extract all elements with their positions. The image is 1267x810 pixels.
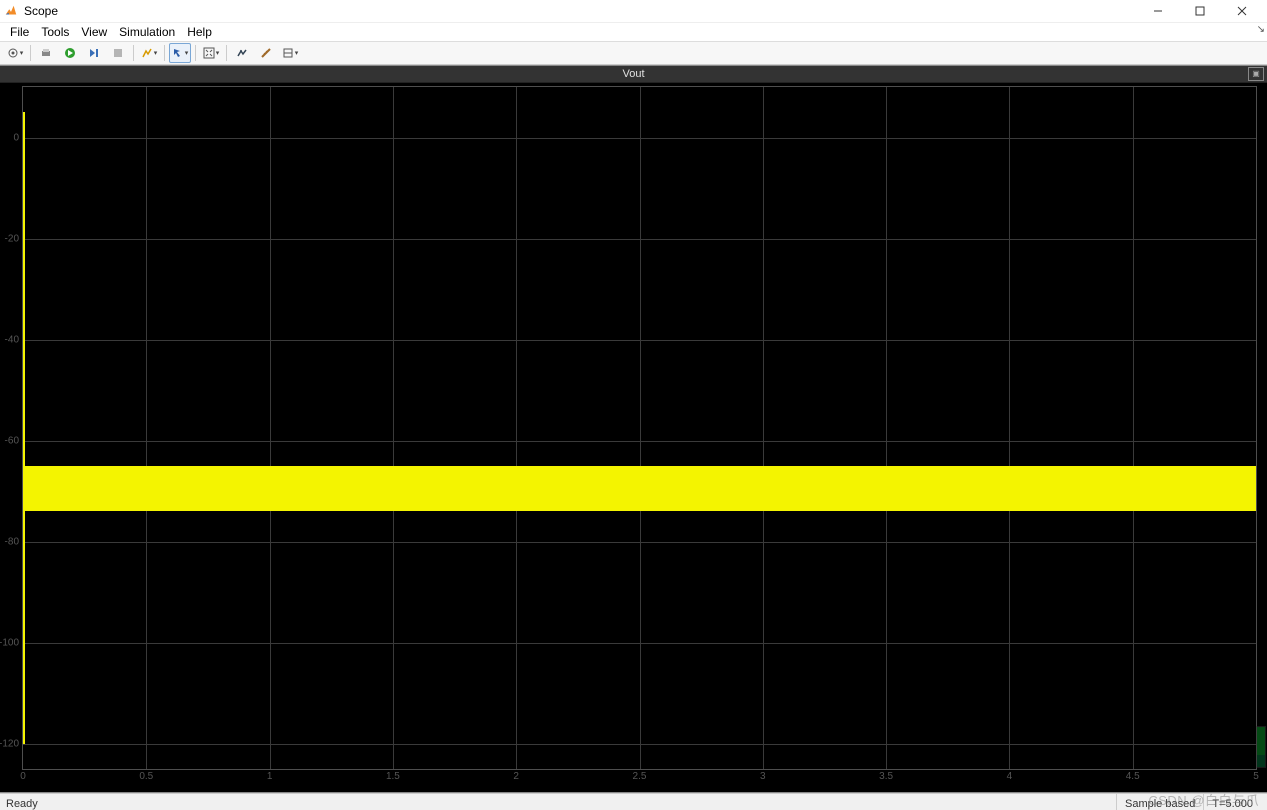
- grid-line: [516, 87, 517, 769]
- x-tick-label: 1.5: [386, 771, 400, 782]
- grid-line: [1133, 87, 1134, 769]
- window-title: Scope: [24, 4, 58, 18]
- menu-help[interactable]: Help: [183, 25, 216, 39]
- dock-icon[interactable]: ↘: [1257, 24, 1265, 35]
- trace-vout: [23, 466, 1256, 511]
- y-tick-label: -120: [0, 738, 19, 749]
- grid-line: [23, 340, 1256, 341]
- x-tick-label: 0.5: [139, 771, 153, 782]
- maximize-axes-icon[interactable]: ▣: [1248, 67, 1264, 81]
- y-tick-label: 0: [0, 132, 19, 143]
- menubar: File Tools View Simulation Help ↘: [0, 23, 1267, 42]
- y-tick-label: -60: [0, 435, 19, 446]
- grid-line: [886, 87, 887, 769]
- stop-button[interactable]: [107, 43, 129, 63]
- x-tick-label: 3: [760, 771, 766, 782]
- x-tick-label: 2.5: [633, 771, 647, 782]
- toolbar: ▾ ▾ ▾ ▾ ▾: [0, 42, 1267, 65]
- menu-simulation[interactable]: Simulation: [115, 25, 179, 39]
- axes[interactable]: 00.511.522.533.544.550-20-40-60-80-100-1…: [22, 86, 1257, 770]
- performance-meter: [1256, 726, 1266, 768]
- trace-vout-transient: [23, 112, 25, 743]
- x-tick-label: 4.5: [1126, 771, 1140, 782]
- status-mode: Sample based: [1116, 794, 1203, 810]
- print-button[interactable]: [35, 43, 57, 63]
- plot-title-bar: Vout ▣: [0, 66, 1267, 83]
- configure-button[interactable]: ▾: [4, 43, 26, 63]
- grid-line: [1009, 87, 1010, 769]
- step-forward-button[interactable]: [83, 43, 105, 63]
- grid-line: [270, 87, 271, 769]
- grid-line: [23, 239, 1256, 240]
- grid-line: [23, 542, 1256, 543]
- signal-stats-button[interactable]: [231, 43, 253, 63]
- menu-tools[interactable]: Tools: [37, 25, 73, 39]
- minimize-button[interactable]: [1137, 0, 1179, 22]
- y-tick-label: -80: [0, 536, 19, 547]
- x-tick-label: 4: [1007, 771, 1013, 782]
- plot-frame: Vout ▣ 00.511.522.533.544.550-20-40-60-8…: [0, 65, 1267, 793]
- cursor-zoom-button[interactable]: ▾: [169, 43, 191, 63]
- status-ready: Ready: [6, 798, 38, 810]
- matlab-icon: [4, 4, 18, 18]
- y-tick-label: -20: [0, 233, 19, 244]
- grid-line: [640, 87, 641, 769]
- grid-line: [763, 87, 764, 769]
- close-button[interactable]: [1221, 0, 1263, 22]
- menu-file[interactable]: File: [6, 25, 33, 39]
- x-tick-label: 5: [1253, 771, 1259, 782]
- plot-title: Vout: [622, 68, 644, 80]
- grid-line: [146, 87, 147, 769]
- x-tick-label: 1: [267, 771, 273, 782]
- x-tick-label: 0: [20, 771, 26, 782]
- maximize-button[interactable]: [1179, 0, 1221, 22]
- grid-line: [23, 441, 1256, 442]
- x-tick-label: 3.5: [879, 771, 893, 782]
- statusbar: Ready Sample based T=5.000: [0, 793, 1267, 810]
- status-time: T=5.000: [1203, 794, 1261, 810]
- titlebar: Scope: [0, 0, 1267, 23]
- grid-line: [23, 744, 1256, 745]
- grid-line: [23, 643, 1256, 644]
- measurements-button[interactable]: [255, 43, 277, 63]
- y-tick-label: -40: [0, 334, 19, 345]
- y-tick-label: -100: [0, 637, 19, 648]
- run-button[interactable]: [59, 43, 81, 63]
- highlight-signal-button[interactable]: ▾: [138, 43, 160, 63]
- grid-line: [23, 138, 1256, 139]
- triggers-button[interactable]: ▾: [279, 43, 301, 63]
- x-tick-label: 2: [513, 771, 519, 782]
- zoom-fit-button[interactable]: ▾: [200, 43, 222, 63]
- grid-line: [393, 87, 394, 769]
- menu-view[interactable]: View: [77, 25, 111, 39]
